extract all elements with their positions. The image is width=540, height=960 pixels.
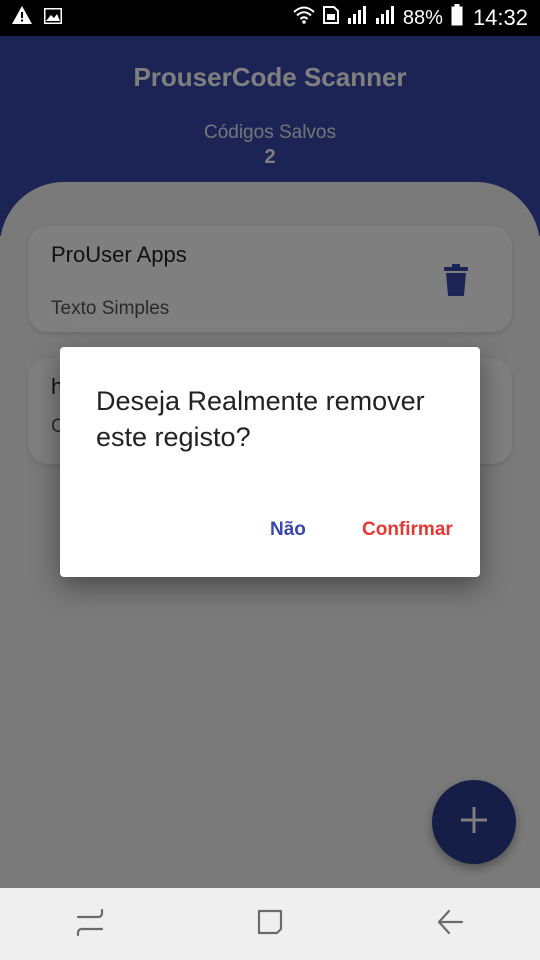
home-button[interactable] <box>240 894 300 954</box>
confirm-button[interactable]: Confirmar <box>362 519 453 541</box>
status-bar: 88% 14:32 <box>0 0 540 36</box>
confirm-delete-dialog: Deseja Realmente remover este registo? N… <box>60 347 480 577</box>
clock: 14:32 <box>472 5 528 30</box>
back-button[interactable] <box>420 894 480 954</box>
home-icon <box>256 908 284 941</box>
back-icon <box>436 909 464 940</box>
wifi-icon <box>293 6 315 30</box>
dialog-message: Deseja Realmente remover este registo? <box>96 386 425 452</box>
battery-icon <box>451 4 463 32</box>
navigation-bar <box>0 888 540 960</box>
warning-icon <box>12 6 32 30</box>
signal-icon <box>347 6 367 30</box>
cancel-button[interactable]: Não <box>270 519 306 541</box>
signal-icon-2 <box>375 6 395 30</box>
recents-button[interactable] <box>60 894 120 954</box>
sim-icon <box>322 6 339 30</box>
image-icon <box>43 7 63 30</box>
battery-percent: 88% <box>402 6 443 29</box>
recents-icon <box>76 907 104 942</box>
